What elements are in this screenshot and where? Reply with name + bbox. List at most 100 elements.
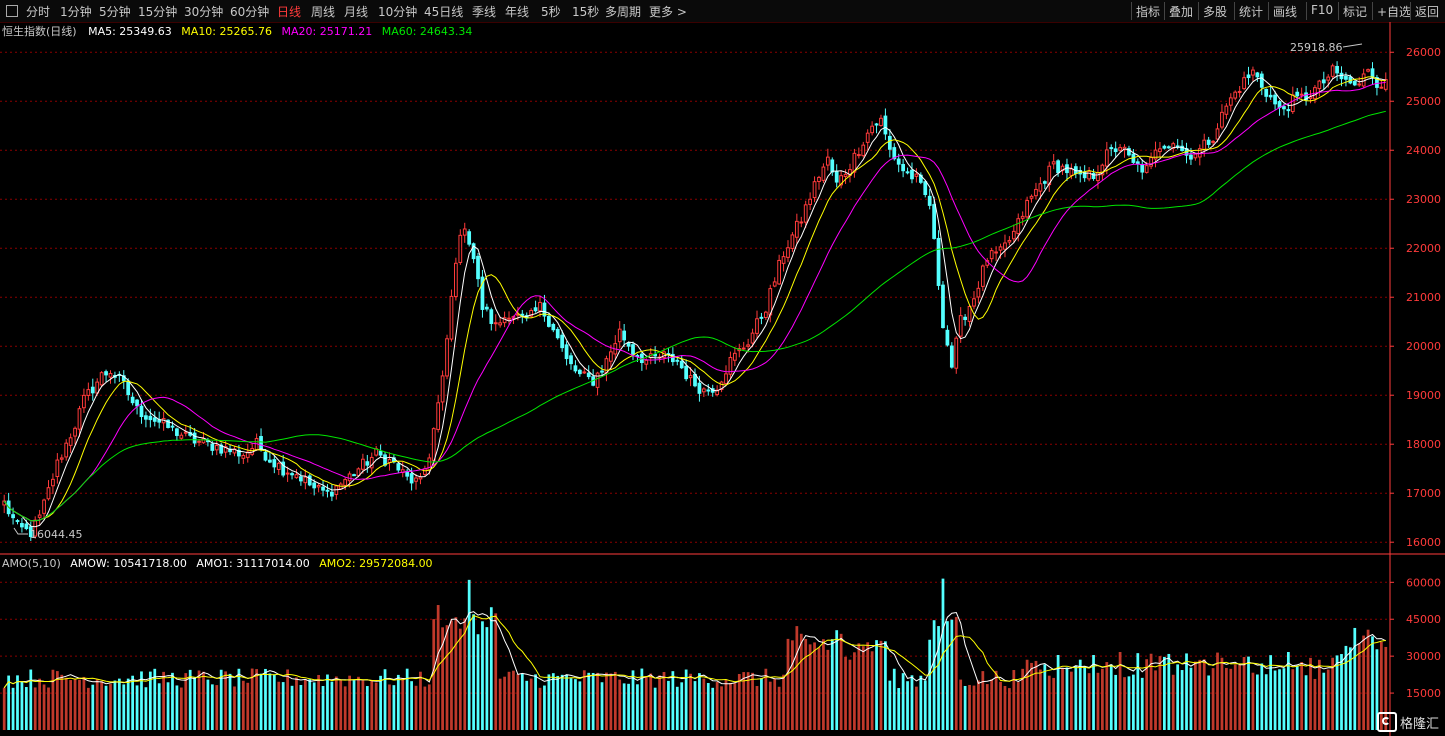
candle-body xyxy=(600,370,604,373)
tool-button-4[interactable]: 画线 xyxy=(1273,3,1297,20)
volume-bar xyxy=(414,685,418,730)
volume-bar xyxy=(410,681,413,730)
tool-button-0[interactable]: 指标 xyxy=(1136,3,1160,20)
period-tab-4[interactable]: 30分钟 xyxy=(184,3,223,20)
volume-bar xyxy=(166,682,170,730)
candle-body xyxy=(1029,195,1034,199)
period-tab-7[interactable]: 周线 xyxy=(311,3,335,20)
candle-body xyxy=(347,473,352,482)
volume-tick-label: 45000 xyxy=(1406,613,1441,626)
volume-bar xyxy=(525,680,529,730)
volume-bar xyxy=(246,682,250,730)
volume-bar xyxy=(644,676,648,730)
volume-bar xyxy=(1167,653,1171,730)
period-tab-5[interactable]: 60分钟 xyxy=(230,3,269,20)
volume-bar xyxy=(1211,668,1215,730)
candle-body xyxy=(489,309,494,324)
volume-bar xyxy=(928,639,932,730)
candle-body xyxy=(68,437,73,446)
volume-bar xyxy=(78,679,81,730)
period-tab-16[interactable]: 更多 > xyxy=(649,3,687,20)
candle-body xyxy=(139,405,144,418)
tool-button-3[interactable]: 统计 xyxy=(1239,3,1263,20)
period-tab-13[interactable]: 5秒 xyxy=(541,3,561,20)
volume-bar xyxy=(109,684,112,730)
volume-bar xyxy=(1198,659,1202,730)
period-tab-10[interactable]: 45日线 xyxy=(424,3,463,20)
candle-body xyxy=(1007,239,1012,243)
volume-bar xyxy=(813,642,816,730)
volume-bar xyxy=(565,675,568,730)
candle-body xyxy=(1034,188,1038,197)
candle-body xyxy=(874,123,879,126)
period-tab-12[interactable]: 年线 xyxy=(505,3,529,20)
candle-body xyxy=(1290,94,1295,113)
period-tab-8[interactable]: 月线 xyxy=(344,3,368,20)
volume-bar xyxy=(24,687,28,730)
volume-bar xyxy=(29,669,33,730)
candle-body xyxy=(617,328,622,343)
volume-bar xyxy=(990,679,994,730)
period-tab-1[interactable]: 1分钟 xyxy=(60,3,92,20)
candle-body xyxy=(843,173,848,177)
volume-bar xyxy=(290,685,294,730)
period-tab-14[interactable]: 15秒 xyxy=(572,3,599,20)
candle-body xyxy=(945,329,950,346)
candle-body xyxy=(64,442,69,458)
period-tab-11[interactable]: 季线 xyxy=(472,3,496,20)
candle-body xyxy=(321,486,325,491)
menu-square-icon[interactable] xyxy=(6,5,18,17)
volume-bar xyxy=(591,672,595,730)
volume-bar xyxy=(171,672,174,730)
volume-bar xyxy=(295,677,298,730)
tool-button-2[interactable]: 多股 xyxy=(1203,3,1227,20)
period-tab-15[interactable]: 多周期 xyxy=(605,3,641,20)
volume-bar xyxy=(33,687,37,730)
candle-body xyxy=(20,523,24,528)
volume-bar xyxy=(1087,673,1091,730)
tool-button-8[interactable]: 返回 xyxy=(1415,3,1439,20)
candle-body xyxy=(179,434,184,439)
price-tick-label: 18000 xyxy=(1406,438,1441,451)
volume-bar xyxy=(1025,659,1029,730)
volume-bar xyxy=(1163,656,1166,730)
candle-body xyxy=(378,450,383,456)
volume-bar xyxy=(1269,655,1273,730)
volume-bar xyxy=(38,678,42,730)
volume-bar xyxy=(343,686,347,730)
volume-bar xyxy=(64,677,68,730)
period-tab-3[interactable]: 15分钟 xyxy=(138,3,177,20)
volume-bar xyxy=(560,674,564,730)
volume-legend: AMO(5,10) AMOW: 10541718.00 AMO1: 311170… xyxy=(2,557,433,570)
candle-body xyxy=(1016,218,1021,235)
volume-bar xyxy=(224,671,227,730)
tool-button-6[interactable]: 标记 xyxy=(1343,3,1367,20)
volume-bar xyxy=(981,671,985,730)
period-tab-9[interactable]: 10分钟 xyxy=(378,3,417,20)
candle-body xyxy=(1299,93,1304,96)
candle-body xyxy=(1211,140,1215,143)
volume-bar xyxy=(1260,663,1264,730)
tool-button-1[interactable]: 叠加 xyxy=(1169,3,1193,20)
volume-bar xyxy=(808,644,812,730)
period-tab-6[interactable]: 日线 xyxy=(277,3,301,20)
volume-bar xyxy=(1016,682,1020,730)
price-tick-label: 26000 xyxy=(1406,46,1441,59)
watermark-logo: 格隆汇 xyxy=(1376,712,1439,732)
volume-bar xyxy=(193,677,196,730)
volume-bar xyxy=(875,640,878,730)
volume-bar xyxy=(117,678,121,730)
price-tick-label: 24000 xyxy=(1406,144,1441,157)
period-tab-2[interactable]: 5分钟 xyxy=(99,3,131,20)
tool-button-7[interactable]: +自选 xyxy=(1377,3,1411,20)
candle-body xyxy=(644,359,649,365)
ma5-value: MA5: 25349.63 xyxy=(88,25,172,38)
period-tab-0[interactable]: 分时 xyxy=(26,3,50,20)
candle-body xyxy=(1326,76,1331,81)
volume-bar xyxy=(82,676,86,730)
tool-button-5[interactable]: F10 xyxy=(1311,3,1333,17)
candle-body xyxy=(958,315,963,337)
candle-body xyxy=(573,365,578,372)
volume-bar xyxy=(1273,670,1277,730)
volume-bar xyxy=(1030,662,1033,730)
